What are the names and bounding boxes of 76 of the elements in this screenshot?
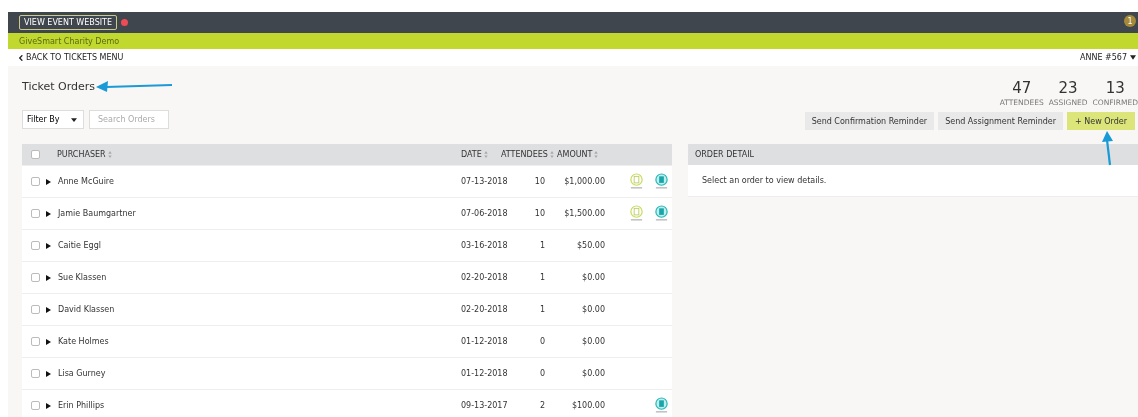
checkbox[interactable] bbox=[31, 209, 40, 218]
column-header[interactable]: AMOUNT bbox=[557, 150, 593, 159]
user-menu[interactable]: ANNE #567 bbox=[1080, 53, 1136, 62]
checkbox[interactable] bbox=[31, 369, 40, 378]
sort-icon[interactable] bbox=[483, 151, 488, 158]
attendee-count: 0 bbox=[538, 369, 546, 378]
checkbox[interactable] bbox=[31, 177, 40, 186]
column-header[interactable]: DATE bbox=[461, 150, 482, 159]
purchaser-name[interactable]: Caitie Eggl bbox=[58, 241, 461, 250]
panel-title: ORDER DETAIL bbox=[695, 150, 754, 159]
back-link[interactable]: BACK TO TICKETS MENU bbox=[19, 53, 124, 62]
attendee-count: 10 bbox=[533, 177, 546, 186]
caret-icon bbox=[71, 117, 77, 122]
stat-value: 47 bbox=[1012, 80, 1032, 96]
sort-icon[interactable] bbox=[549, 151, 554, 158]
sort-icon[interactable] bbox=[594, 151, 599, 158]
column-header[interactable]: ATTENDEES bbox=[501, 150, 548, 159]
pointer-arrow bbox=[1101, 130, 1115, 166]
checkbox[interactable] bbox=[31, 305, 40, 314]
attendee-count: 1 bbox=[538, 241, 546, 250]
order-date: 02-20-2018 bbox=[461, 273, 509, 282]
empty-message: Select an order to view details. bbox=[702, 176, 827, 185]
order-amount: $0.00 bbox=[581, 305, 605, 314]
search-field[interactable]: Search Orders bbox=[89, 110, 169, 129]
order-date: 03-16-2018 bbox=[461, 241, 509, 250]
purchaser-name[interactable]: David Klassen bbox=[58, 305, 461, 314]
caret-icon bbox=[1130, 55, 1136, 60]
expand-icon[interactable] bbox=[46, 338, 51, 345]
attendee-count: 10 bbox=[533, 209, 546, 218]
checkbox[interactable] bbox=[31, 150, 40, 159]
stat-value: 23 bbox=[1058, 80, 1078, 96]
new-order-button[interactable]: + New Order bbox=[1067, 112, 1135, 130]
view-website-button[interactable]: VIEW EVENT WEBSITE bbox=[19, 15, 118, 30]
order-date: 02-20-2018 bbox=[461, 305, 509, 314]
order-amount: $1,000.00 bbox=[563, 177, 605, 186]
column-header[interactable]: PURCHASER bbox=[57, 150, 106, 159]
purchaser-name[interactable]: Lisa Gurney bbox=[58, 369, 461, 378]
order-amount: $100.00 bbox=[570, 401, 605, 410]
page-title: Ticket Orders bbox=[22, 80, 96, 93]
filter-dropdown[interactable]: Filter By bbox=[22, 110, 84, 129]
order-date: 07-06-2018 bbox=[461, 209, 509, 218]
stat-value: 13 bbox=[1105, 80, 1125, 96]
order-amount: $0.00 bbox=[581, 369, 605, 378]
reminder-button[interactable]: Send Assignment Reminder bbox=[938, 112, 1063, 130]
expand-icon[interactable] bbox=[46, 402, 51, 409]
order-date: 01-12-2018 bbox=[461, 369, 509, 378]
attendee-count: 0 bbox=[538, 337, 546, 346]
order-date: 09-13-2017 bbox=[461, 401, 509, 410]
checkbox[interactable] bbox=[31, 337, 40, 346]
order-amount: $0.00 bbox=[581, 337, 605, 346]
order-amount: $1,500.00 bbox=[563, 209, 605, 218]
order-amount: $0.00 bbox=[581, 273, 605, 282]
expand-icon[interactable] bbox=[46, 178, 51, 185]
expand-icon[interactable] bbox=[46, 242, 51, 249]
purchaser-name[interactable]: Jamie Baumgartner bbox=[58, 209, 461, 218]
purchaser-name[interactable]: Anne McGuire bbox=[58, 177, 461, 186]
order-amount: $50.00 bbox=[576, 241, 605, 250]
checkbox[interactable] bbox=[31, 273, 40, 282]
expand-icon[interactable] bbox=[46, 274, 51, 281]
attendee-count: 2 bbox=[538, 401, 546, 410]
expand-icon[interactable] bbox=[46, 370, 51, 377]
chevron-left-icon bbox=[19, 54, 23, 61]
attendee-count: 1 bbox=[538, 273, 546, 282]
purchaser-name[interactable]: Sue Klassen bbox=[58, 273, 461, 282]
reminder-button[interactable]: Send Confirmation Reminder bbox=[804, 112, 935, 130]
checkbox[interactable] bbox=[31, 241, 40, 250]
purchaser-name[interactable]: Erin Phillips bbox=[58, 401, 461, 410]
attendee-count: 1 bbox=[538, 305, 546, 314]
expand-icon[interactable] bbox=[46, 306, 51, 313]
purchaser-name[interactable]: Kate Holmes bbox=[58, 337, 461, 346]
event-name: GiveSmart Charity Demo bbox=[19, 36, 120, 46]
expand-icon[interactable] bbox=[46, 210, 51, 217]
order-date: 07-13-2018 bbox=[461, 177, 509, 186]
order-date: 01-12-2018 bbox=[461, 337, 509, 346]
checkbox[interactable] bbox=[31, 401, 40, 410]
sort-icon[interactable] bbox=[107, 151, 112, 158]
